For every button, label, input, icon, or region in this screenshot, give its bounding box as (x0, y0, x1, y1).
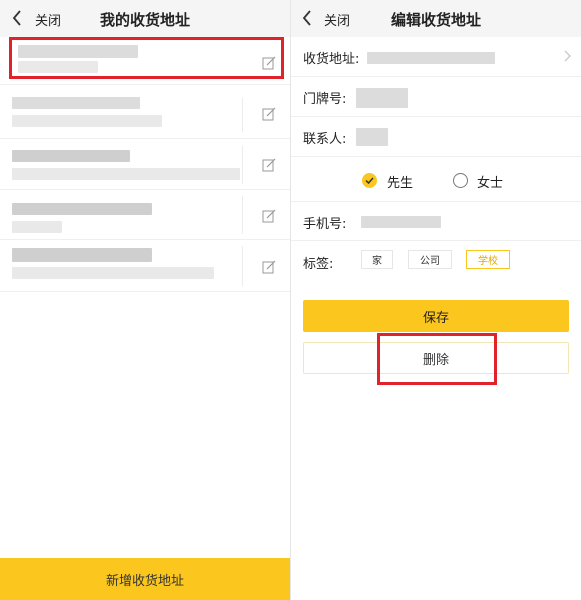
address-item[interactable] (0, 240, 290, 292)
back-arrow-icon[interactable] (10, 9, 24, 27)
address-item[interactable] (0, 90, 290, 139)
house-number-row[interactable]: 门牌号: (291, 77, 581, 117)
address-list-screen: 关闭 我的收货地址 新增收货地址 (0, 0, 290, 600)
address-item[interactable] (0, 190, 290, 240)
edit-pencil-icon[interactable] (262, 260, 276, 274)
address-text-blurred (12, 248, 152, 262)
navbar: 关闭 我的收货地址 (0, 0, 290, 37)
address-text-blurred (12, 97, 140, 109)
tag-school[interactable]: 学校 (466, 250, 510, 269)
close-button[interactable]: 关闭 (324, 10, 350, 29)
gender-selector: 先生 女士 (291, 161, 581, 201)
edit-address-screen: 关闭 编辑收货地址 收货地址: 门牌号: 联系人: 先生 女士 手机号: 标签:… (291, 0, 581, 600)
chevron-right-icon (564, 50, 571, 62)
contact-text-blurred (12, 267, 214, 279)
back-arrow-icon[interactable] (300, 9, 314, 27)
contact-input[interactable] (356, 128, 388, 146)
contact-label: 联系人: (303, 132, 347, 147)
edit-pencil-icon[interactable] (262, 209, 276, 223)
phone-label: 手机号: (303, 217, 347, 232)
tags-label: 标签: (303, 257, 334, 272)
add-address-button[interactable]: 新增收货地址 (0, 558, 290, 600)
divider (242, 98, 243, 132)
divider (242, 196, 243, 234)
radio-check-icon[interactable] (362, 173, 377, 188)
address-row[interactable]: 收货地址: (291, 37, 581, 77)
divider (242, 146, 243, 184)
contact-text-blurred (12, 168, 240, 180)
address-text-blurred (12, 203, 152, 215)
address-label: 收货地址: (303, 52, 360, 67)
save-button[interactable]: 保存 (303, 300, 569, 332)
address-value-blurred (367, 52, 495, 64)
close-button[interactable]: 关闭 (35, 10, 61, 29)
gender-option-female[interactable]: 女士 (477, 172, 503, 191)
house-number-input[interactable] (356, 88, 408, 108)
address-text-blurred (12, 150, 130, 162)
radio-empty-icon[interactable] (453, 173, 468, 188)
phone-input[interactable] (361, 216, 441, 228)
edit-pencil-icon[interactable] (262, 158, 276, 172)
navbar: 关闭 编辑收货地址 (291, 0, 581, 37)
edit-pencil-icon[interactable] (262, 107, 276, 121)
contact-text-blurred (12, 221, 62, 233)
highlight-box (377, 333, 497, 385)
highlight-box (9, 37, 284, 79)
contact-text-blurred (12, 115, 162, 127)
gender-option-male[interactable]: 先生 (387, 172, 413, 191)
tag-company[interactable]: 公司 (408, 250, 452, 269)
tag-home[interactable]: 家 (361, 250, 393, 269)
contact-row[interactable]: 联系人: (291, 117, 581, 157)
divider (242, 246, 243, 286)
house-number-label: 门牌号: (303, 92, 347, 107)
phone-row[interactable]: 手机号: (291, 201, 581, 241)
address-item[interactable] (0, 140, 290, 190)
